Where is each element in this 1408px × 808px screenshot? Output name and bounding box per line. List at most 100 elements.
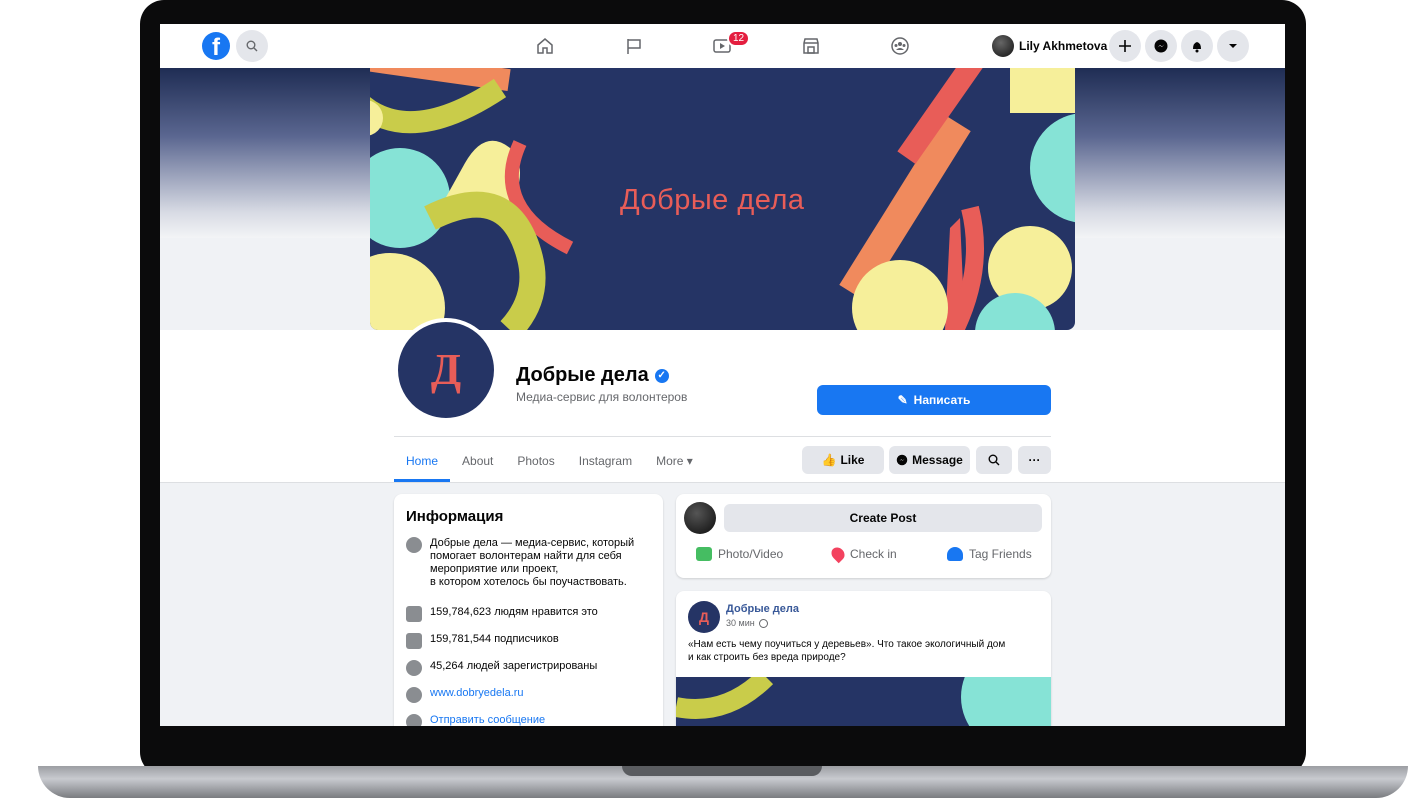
description-line: в котором хотелось бы поучаствовать. <box>430 576 627 588</box>
post-timestamp: 30 мин <box>726 618 768 628</box>
info-website: www.dobryedela.ru <box>406 687 524 703</box>
post-text-line: и как строить без вреда природе? <box>688 652 846 663</box>
create-button[interactable] <box>1109 30 1141 62</box>
tab-more-label: More <box>656 454 684 468</box>
info-followers: 159,781,544 подписчиков <box>406 633 559 649</box>
globe-icon <box>758 618 768 628</box>
page-name-text: Добрые дела <box>516 364 649 386</box>
tab-home[interactable]: Home <box>394 442 451 482</box>
photo-icon <box>696 547 712 561</box>
avatar <box>992 35 1014 57</box>
like-button-label: Like <box>840 453 865 467</box>
write-button-label: Написать <box>913 393 971 407</box>
checkins-count: 45,264 людей зарегистрированы <box>430 660 598 672</box>
account-menu-button[interactable] <box>1217 30 1249 62</box>
write-button[interactable]: ✎ Написать <box>817 385 1051 415</box>
like-button[interactable]: 👍 Like <box>802 446 884 474</box>
notifications-button[interactable] <box>1181 30 1213 62</box>
photo-video-label: Photo/Video <box>718 547 784 561</box>
avatar <box>684 502 716 534</box>
page-search-button[interactable] <box>976 446 1012 474</box>
bell-icon <box>1193 42 1201 53</box>
followers-count: 159,781,544 подписчиков <box>430 633 559 645</box>
description-text: Добрые дела — медиа-сервис, который помо… <box>430 537 634 589</box>
info-description: Добрые дела — медиа-сервис, который помо… <box>406 537 634 589</box>
info-checkins: 45,264 людей зарегистрированы <box>406 660 597 676</box>
check-in-button[interactable]: Check in <box>828 544 897 564</box>
facebook-logo[interactable]: f <box>202 32 230 60</box>
globe-icon <box>406 687 422 703</box>
create-post-button[interactable]: Create Post <box>724 504 1042 532</box>
description-line: Добрые дела — медиа-сервис, который <box>430 537 635 549</box>
thumbs-up-icon <box>406 606 422 622</box>
more-options-button[interactable]: ··· <box>1018 446 1051 474</box>
post-image-shapes <box>676 677 1051 726</box>
info-likes: 159,784,623 людям нравится это <box>406 606 598 622</box>
post-author-name[interactable]: Добрые дела <box>726 603 799 615</box>
groups-icon[interactable] <box>888 34 912 58</box>
plus-icon <box>1119 40 1131 52</box>
messenger-icon <box>406 714 422 726</box>
message-button[interactable]: Message <box>889 446 970 474</box>
create-post-card: Create Post Photo/Video Check in Tag Fri… <box>676 494 1051 578</box>
thumbs-up-icon: 👍 <box>821 453 837 467</box>
cover-photo[interactable]: Добрые дела <box>370 68 1075 330</box>
location-pin-icon <box>828 544 848 564</box>
header-divider <box>394 436 1051 437</box>
description-line: помогает волонтерам найти для себя <box>430 550 622 562</box>
messenger-button[interactable] <box>1145 30 1177 62</box>
likes-count: 159,784,623 людям нравится это <box>430 606 598 618</box>
laptop-notch <box>622 766 822 776</box>
website-link[interactable]: www.dobryedela.ru <box>430 687 524 703</box>
description-line: мероприятие или проект, <box>430 563 559 575</box>
photo-video-button[interactable]: Photo/Video <box>696 547 783 561</box>
profile-shortcut[interactable]: Lily Akhmetova <box>992 34 1107 58</box>
page-tabs: Home About Photos Instagram More ▾ <box>394 442 705 482</box>
caret-down-icon <box>1229 44 1237 48</box>
post-image[interactable] <box>676 677 1051 726</box>
info-card: Информация Добрые дела — медиа-сервис, к… <box>394 494 663 726</box>
info-card-title: Информация <box>406 508 504 525</box>
watch-notification-badge: 12 <box>727 30 751 47</box>
verified-badge-icon: ✓ <box>654 368 669 383</box>
post-card: Д Добрые дела 30 мин «Нам есть чему поуч… <box>676 591 1051 726</box>
messenger-icon <box>1154 39 1168 53</box>
top-navigation-bar: f 12 Lily Akhmetova <box>160 24 1285 69</box>
post-time: 30 мин <box>726 618 755 628</box>
post-text: «Нам есть чему поучиться у деревьев». Чт… <box>688 638 1005 664</box>
info-icon <box>406 537 422 553</box>
tab-photos[interactable]: Photos <box>505 442 566 482</box>
search-icon <box>988 454 1000 466</box>
page-subtitle: Медиа-сервис для волонтеров <box>516 390 688 404</box>
followers-icon <box>406 633 422 649</box>
search-button[interactable] <box>236 30 268 62</box>
caret-down-icon: ▾ <box>686 454 693 468</box>
tab-more[interactable]: More ▾ <box>644 442 705 482</box>
page-avatar[interactable]: Д <box>394 318 498 422</box>
user-name: Lily Akhmetova <box>1019 39 1108 53</box>
check-in-label: Check in <box>850 547 897 561</box>
post-author-avatar[interactable]: Д <box>688 601 720 633</box>
messenger-icon <box>896 454 908 466</box>
pages-flag-icon[interactable] <box>622 34 646 58</box>
tab-instagram[interactable]: Instagram <box>567 442 644 482</box>
marketplace-icon[interactable] <box>799 34 823 58</box>
tag-friends-button[interactable]: Tag Friends <box>947 547 1032 561</box>
home-icon[interactable] <box>533 34 557 58</box>
screen: f 12 Lily Akhmetova Добрые дела Д Добрые… <box>160 24 1285 726</box>
ellipsis-icon: ··· <box>1028 453 1041 467</box>
tag-friends-label: Tag Friends <box>969 547 1032 561</box>
search-icon <box>246 40 258 52</box>
tag-friends-icon <box>947 547 963 561</box>
page-header <box>160 330 1285 483</box>
pencil-icon: ✎ <box>897 393 908 407</box>
send-message-link[interactable]: Отправить сообщение <box>430 714 545 726</box>
cover-title: Добрые дела <box>620 184 805 216</box>
page-avatar-letter: Д <box>430 345 462 394</box>
info-send-message: Отправить сообщение <box>406 714 545 726</box>
checkin-icon <box>406 660 422 676</box>
post-text-line: «Нам есть чему поучиться у деревьев». Чт… <box>688 639 1006 650</box>
tab-about[interactable]: About <box>450 442 505 482</box>
message-button-label: Message <box>912 453 963 467</box>
page-title: Добрые дела ✓ <box>516 364 669 387</box>
